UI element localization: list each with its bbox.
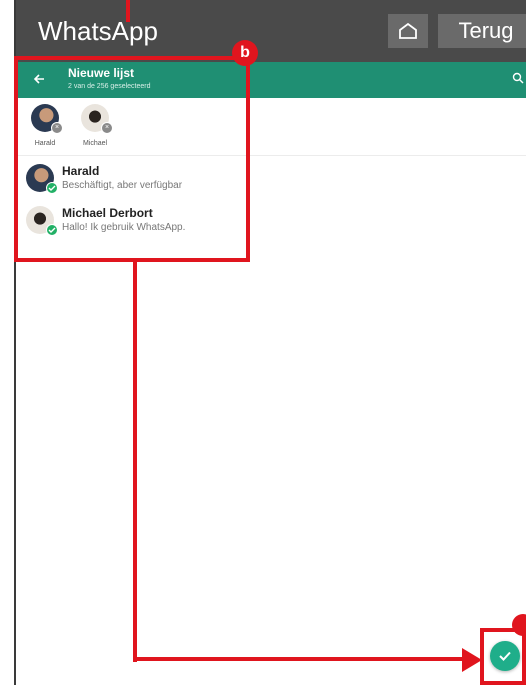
annotation-line <box>133 262 137 662</box>
app-name: WhatsApp <box>38 16 158 46</box>
annotation-line <box>126 0 130 22</box>
annotation-badge: b <box>232 40 258 66</box>
annotation-box <box>14 56 250 262</box>
confirm-button[interactable] <box>490 641 520 671</box>
annotation-arrow <box>462 648 482 672</box>
annotation-line <box>133 657 465 661</box>
home-button[interactable] <box>388 14 428 48</box>
home-icon <box>399 22 417 39</box>
search-icon[interactable] <box>512 72 524 84</box>
check-icon <box>499 651 511 661</box>
back-button[interactable]: Terug <box>438 14 526 48</box>
system-bar: WhatsApp Terug <box>16 0 526 62</box>
